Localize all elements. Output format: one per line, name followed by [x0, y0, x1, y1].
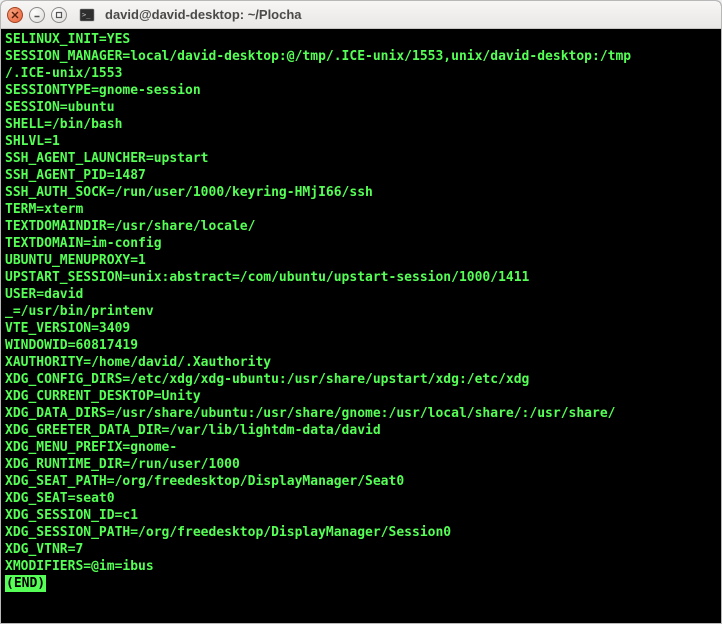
minimize-icon: [33, 11, 41, 19]
terminal-output[interactable]: SELINUX_INIT=YES SESSION_MANAGER=local/d…: [1, 29, 721, 623]
minimize-button[interactable]: [29, 7, 45, 23]
svg-text:>_: >_: [82, 11, 91, 19]
close-button[interactable]: [7, 7, 23, 23]
window-title: david@david-desktop: ~/Plocha: [105, 7, 302, 22]
terminal-window: >_ david@david-desktop: ~/Plocha SELINUX…: [0, 0, 722, 624]
close-icon: [11, 11, 19, 19]
maximize-button[interactable]: [51, 7, 67, 23]
terminal-lines: SELINUX_INIT=YES SESSION_MANAGER=local/d…: [5, 32, 631, 574]
terminal-app-icon: >_: [79, 7, 95, 23]
pager-end-marker: (END): [5, 575, 46, 592]
maximize-icon: [55, 11, 63, 19]
titlebar[interactable]: >_ david@david-desktop: ~/Plocha: [1, 1, 721, 29]
